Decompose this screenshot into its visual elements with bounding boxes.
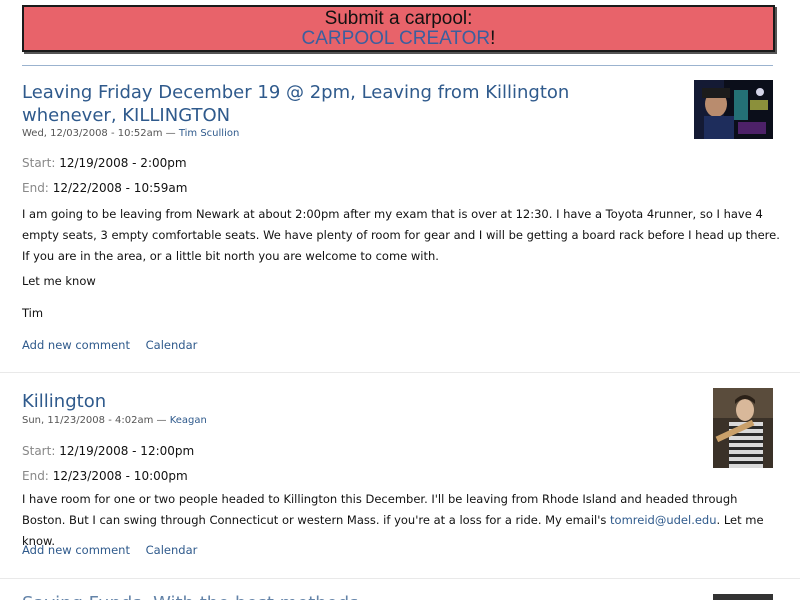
post-title[interactable]: Saving Funds, With the best methods [22,592,662,600]
user-avatar[interactable] [713,388,773,468]
post-body-signature: Tim [22,306,44,320]
post-links: Add new comment Calendar [22,338,209,352]
post-meta: Sun, 11/23/2008 - 4:02am — Keagan [22,415,207,426]
start-value: 12/19/2008 - 12:00pm [59,444,195,458]
carpool-post: Saving Funds, With the best methods [0,588,800,600]
start-field: Start: 12/19/2008 - 2:00pm [22,156,187,170]
post-divider [0,578,800,579]
divider [22,65,773,66]
end-value: 12/23/2008 - 10:00pm [52,469,188,483]
post-divider [0,372,800,373]
author-link[interactable]: Tim Scullion [179,128,239,139]
meta-separator: — [165,128,176,139]
post-body: I am going to be leaving from Newark at … [22,207,780,263]
email-link[interactable]: tomreid@udel.edu [610,513,716,527]
user-avatar[interactable] [713,594,773,600]
banner-title: Submit a carpool: [324,8,473,29]
end-label: End: [22,469,49,483]
start-value: 12/19/2008 - 2:00pm [59,156,187,170]
post-title[interactable]: Leaving Friday December 19 @ 2pm, Leavin… [22,81,662,127]
carpool-submit-banner: Submit a carpool: CARPOOL CREATOR! [22,5,775,52]
user-avatar[interactable] [694,80,773,139]
end-label: End: [22,181,49,195]
start-field: Start: 12/19/2008 - 12:00pm [22,444,194,458]
meta-separator: — [156,415,167,426]
post-body-line: Let me know [22,274,96,288]
calendar-link[interactable]: Calendar [146,338,198,352]
start-label: Start: [22,156,56,170]
add-comment-link[interactable]: Add new comment [22,543,130,557]
carpool-post: Leaving Friday December 19 @ 2pm, Leavin… [0,78,800,372]
carpool-post: Killington Sun, 11/23/2008 - 4:02am — Ke… [0,382,800,578]
carpool-creator-link[interactable]: CARPOOL CREATOR [302,28,491,49]
banner-link-line: CARPOOL CREATOR! [24,29,773,49]
post-links: Add new comment Calendar [22,543,209,557]
post-date: Wed, 12/03/2008 - 10:52am [22,128,163,139]
post-date: Sun, 11/23/2008 - 4:02am [22,415,154,426]
banner-link-suffix: ! [490,28,496,49]
start-label: Start: [22,444,56,458]
end-field: End: 12/22/2008 - 10:59am [22,181,187,195]
calendar-link[interactable]: Calendar [146,543,198,557]
end-value: 12/22/2008 - 10:59am [52,181,188,195]
add-comment-link[interactable]: Add new comment [22,338,130,352]
author-link[interactable]: Keagan [170,415,207,426]
end-field: End: 12/23/2008 - 10:00pm [22,469,188,483]
post-meta: Wed, 12/03/2008 - 10:52am — Tim Scullion [22,128,239,139]
post-title[interactable]: Killington [22,390,662,413]
